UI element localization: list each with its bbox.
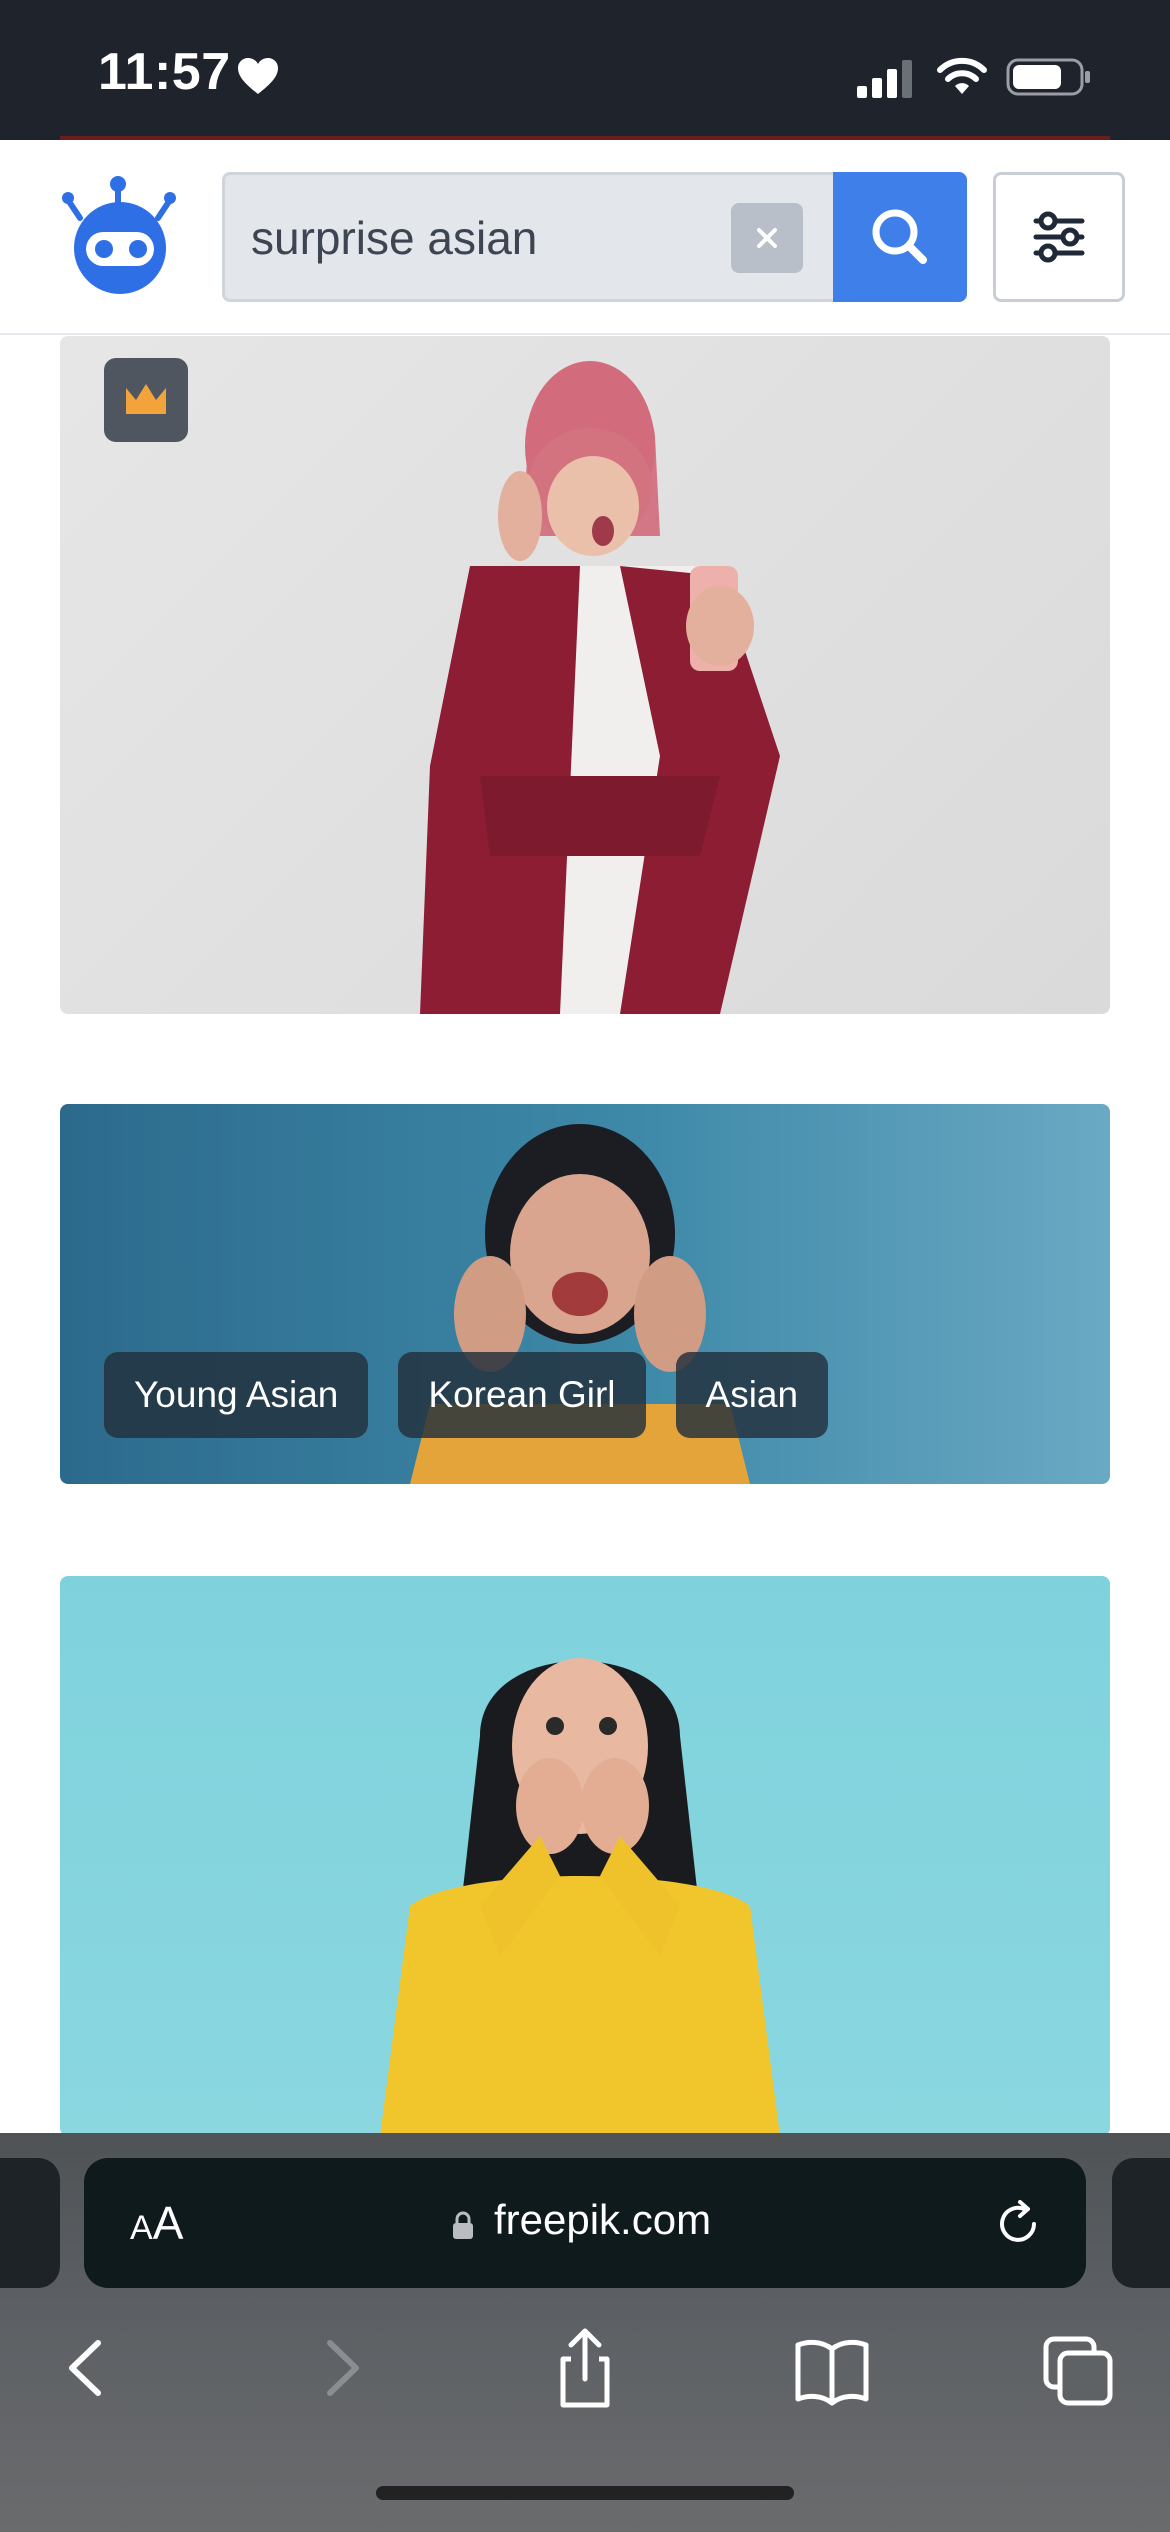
forward-icon[interactable]	[300, 2325, 380, 2411]
home-indicator	[376, 2486, 794, 2500]
result-image-card[interactable]	[60, 1576, 1110, 2136]
heart-icon	[238, 58, 278, 94]
aa-large: A	[152, 2197, 184, 2249]
battery-icon	[1006, 58, 1090, 96]
result-image-card[interactable]	[60, 336, 1110, 1014]
freepik-logo-icon[interactable]	[58, 170, 184, 296]
site-header	[0, 140, 1170, 335]
wifi-icon	[937, 57, 987, 94]
lock-icon	[453, 2211, 473, 2239]
reader-text-size-button[interactable]: AA	[130, 2196, 183, 2250]
share-icon[interactable]	[545, 2325, 625, 2411]
tag-chip[interactable]: Asian	[675, 1352, 829, 1438]
reload-icon[interactable]	[990, 2196, 1046, 2252]
filter-sliders-icon	[1033, 211, 1085, 263]
clear-search-button[interactable]	[731, 203, 803, 273]
aa-small: A	[130, 2209, 153, 2247]
result-image-card[interactable]: Young Asian Korean Girl Asian	[60, 1104, 1110, 1484]
photo-woman-yellow-sweater	[380, 1658, 780, 2136]
photo-woman-hijab-surprised	[420, 361, 780, 1014]
filters-button[interactable]	[993, 172, 1125, 302]
status-bar: 11:57	[0, 0, 1170, 140]
browser-toolbar: AA freepik.com	[0, 2133, 1170, 2532]
related-tags: Young Asian Korean Girl Asian	[104, 1352, 829, 1438]
clear-icon	[757, 228, 777, 248]
tag-chip[interactable]: Young Asian	[104, 1352, 369, 1438]
crown-icon	[126, 384, 166, 414]
search-input[interactable]	[249, 199, 699, 277]
status-time: 11:57	[98, 43, 231, 101]
tabs-icon[interactable]	[1038, 2325, 1118, 2411]
next-tab-peek[interactable]	[1112, 2158, 1170, 2288]
previous-tab-peek[interactable]	[0, 2158, 60, 2288]
bookmarks-icon[interactable]	[792, 2325, 872, 2411]
url-text: freepik.com	[494, 2196, 712, 2243]
signal-icon	[857, 60, 912, 98]
search-button[interactable]	[833, 172, 967, 302]
tag-chip[interactable]: Korean Girl	[398, 1352, 646, 1438]
back-icon[interactable]	[48, 2325, 128, 2411]
address-bar[interactable]: AA freepik.com	[84, 2158, 1086, 2288]
search-icon	[872, 209, 927, 264]
premium-badge	[104, 358, 188, 442]
